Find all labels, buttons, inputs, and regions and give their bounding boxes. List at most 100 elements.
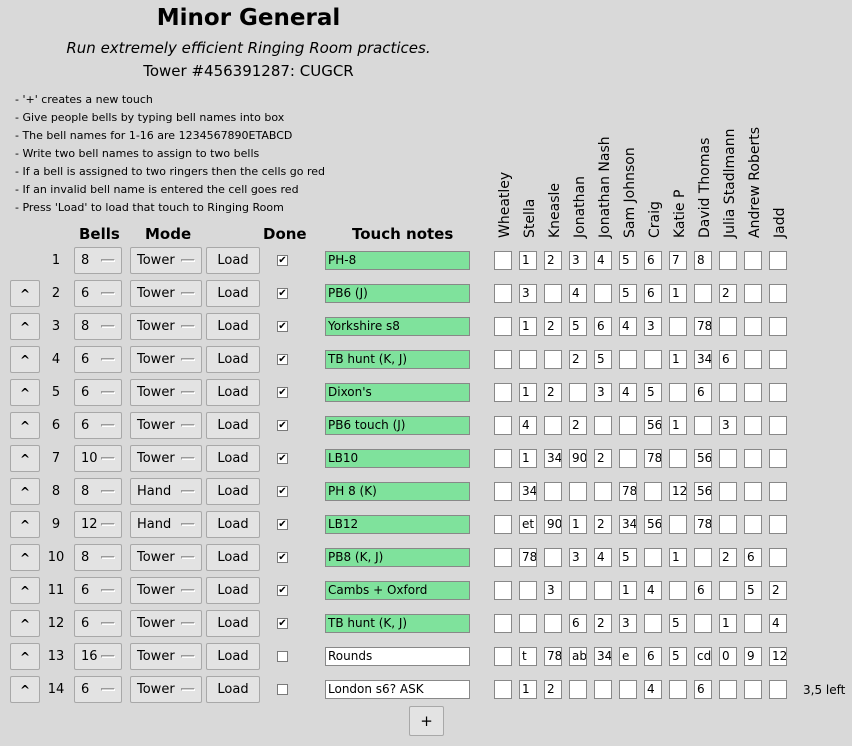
assignment-cell[interactable] — [719, 317, 737, 336]
assignment-cell[interactable]: 1 — [719, 614, 737, 633]
touch-notes-input[interactable]: Rounds — [325, 647, 470, 666]
assignment-cell[interactable]: 2 — [594, 449, 612, 468]
mode-select[interactable]: Tower — [130, 643, 202, 670]
mode-select[interactable]: Tower — [130, 313, 202, 340]
move-up-button[interactable]: ^ — [10, 478, 40, 505]
touch-notes-input[interactable]: TB hunt (K, J) — [325, 350, 470, 369]
done-checkbox[interactable]: ✔ — [277, 585, 288, 596]
touch-notes-input[interactable]: PB8 (K, J) — [325, 548, 470, 567]
assignment-cell[interactable]: 56 — [644, 416, 662, 435]
assignment-cell[interactable]: 6 — [644, 647, 662, 666]
assignment-cell[interactable]: 6 — [569, 614, 587, 633]
done-checkbox[interactable]: ✔ — [277, 618, 288, 629]
touch-notes-input[interactable]: London s6? ASK — [325, 680, 470, 699]
assignment-cell[interactable]: 4 — [619, 383, 637, 402]
assignment-cell[interactable]: 12 — [669, 482, 687, 501]
assignment-cell[interactable]: 90 — [569, 449, 587, 468]
assignment-cell[interactable]: 4 — [519, 416, 537, 435]
assignment-cell[interactable] — [769, 350, 787, 369]
assignment-cell[interactable] — [769, 515, 787, 534]
assignment-cell[interactable] — [644, 350, 662, 369]
mode-select[interactable]: Tower — [130, 247, 202, 274]
assignment-cell[interactable]: 4 — [569, 284, 587, 303]
assignment-cell[interactable]: 5 — [644, 383, 662, 402]
assignment-cell[interactable]: 3 — [569, 251, 587, 270]
assignment-cell[interactable]: 1 — [519, 251, 537, 270]
assignment-cell[interactable] — [619, 416, 637, 435]
assignment-cell[interactable]: 4 — [594, 251, 612, 270]
assignment-cell[interactable]: 6 — [694, 383, 712, 402]
bells-select[interactable]: 8 — [74, 544, 122, 571]
assignment-cell[interactable] — [594, 680, 612, 699]
assignment-cell[interactable] — [769, 680, 787, 699]
assignment-cell[interactable] — [494, 449, 512, 468]
move-up-button[interactable]: ^ — [10, 643, 40, 670]
assignment-cell[interactable]: 7 — [669, 251, 687, 270]
assignment-cell[interactable] — [769, 482, 787, 501]
load-button[interactable]: Load — [206, 577, 260, 604]
assignment-cell[interactable]: 3 — [594, 383, 612, 402]
assignment-cell[interactable]: 2 — [719, 284, 737, 303]
assignment-cell[interactable]: 4 — [594, 548, 612, 567]
assignment-cell[interactable]: 2 — [544, 680, 562, 699]
done-checkbox[interactable]: ✔ — [277, 552, 288, 563]
assignment-cell[interactable]: 1 — [519, 383, 537, 402]
assignment-cell[interactable] — [669, 680, 687, 699]
assignment-cell[interactable] — [769, 251, 787, 270]
assignment-cell[interactable]: 3 — [719, 416, 737, 435]
assignment-cell[interactable]: et — [519, 515, 537, 534]
assignment-cell[interactable] — [744, 350, 762, 369]
move-up-button[interactable]: ^ — [10, 379, 40, 406]
assignment-cell[interactable]: 2 — [544, 383, 562, 402]
assignment-cell[interactable] — [544, 548, 562, 567]
assignment-cell[interactable] — [669, 317, 687, 336]
assignment-cell[interactable]: 1 — [519, 680, 537, 699]
assignment-cell[interactable]: 78 — [644, 449, 662, 468]
assignment-cell[interactable]: 5 — [744, 581, 762, 600]
assignment-cell[interactable]: 5 — [619, 251, 637, 270]
assignment-cell[interactable] — [744, 317, 762, 336]
done-checkbox[interactable]: ✔ — [277, 453, 288, 464]
assignment-cell[interactable]: 34 — [594, 647, 612, 666]
bells-select[interactable]: 6 — [74, 379, 122, 406]
assignment-cell[interactable] — [494, 647, 512, 666]
bells-select[interactable]: 8 — [74, 247, 122, 274]
bells-select[interactable]: 10 — [74, 445, 122, 472]
assignment-cell[interactable]: 5 — [669, 647, 687, 666]
bells-select[interactable]: 6 — [74, 280, 122, 307]
assignment-cell[interactable] — [494, 581, 512, 600]
assignment-cell[interactable] — [494, 416, 512, 435]
assignment-cell[interactable] — [769, 383, 787, 402]
move-up-button[interactable]: ^ — [10, 412, 40, 439]
load-button[interactable]: Load — [206, 346, 260, 373]
assignment-cell[interactable] — [719, 482, 737, 501]
done-checkbox[interactable]: ✔ — [277, 387, 288, 398]
assignment-cell[interactable]: 3 — [544, 581, 562, 600]
assignment-cell[interactable]: 5 — [619, 284, 637, 303]
assignment-cell[interactable]: 6 — [644, 251, 662, 270]
mode-select[interactable]: Tower — [130, 379, 202, 406]
assignment-cell[interactable] — [594, 581, 612, 600]
assignment-cell[interactable]: 1 — [519, 317, 537, 336]
assignment-cell[interactable] — [644, 482, 662, 501]
assignment-cell[interactable]: 2 — [569, 350, 587, 369]
assignment-cell[interactable]: 3 — [569, 548, 587, 567]
move-up-button[interactable]: ^ — [10, 445, 40, 472]
assignment-cell[interactable] — [494, 482, 512, 501]
assignment-cell[interactable]: 4 — [619, 317, 637, 336]
assignment-cell[interactable] — [694, 548, 712, 567]
assignment-cell[interactable] — [569, 680, 587, 699]
assignment-cell[interactable]: 1 — [669, 548, 687, 567]
assignment-cell[interactable]: 12 — [769, 647, 787, 666]
assignment-cell[interactable] — [594, 284, 612, 303]
assignment-cell[interactable] — [719, 449, 737, 468]
load-button[interactable]: Load — [206, 280, 260, 307]
assignment-cell[interactable]: t — [519, 647, 537, 666]
mode-select[interactable]: Hand — [130, 511, 202, 538]
move-up-button[interactable]: ^ — [10, 676, 40, 703]
move-up-button[interactable]: ^ — [10, 577, 40, 604]
assignment-cell[interactable]: 1 — [669, 416, 687, 435]
assignment-cell[interactable]: 6 — [694, 581, 712, 600]
bells-select[interactable]: 16 — [74, 643, 122, 670]
move-up-button[interactable]: ^ — [10, 511, 40, 538]
